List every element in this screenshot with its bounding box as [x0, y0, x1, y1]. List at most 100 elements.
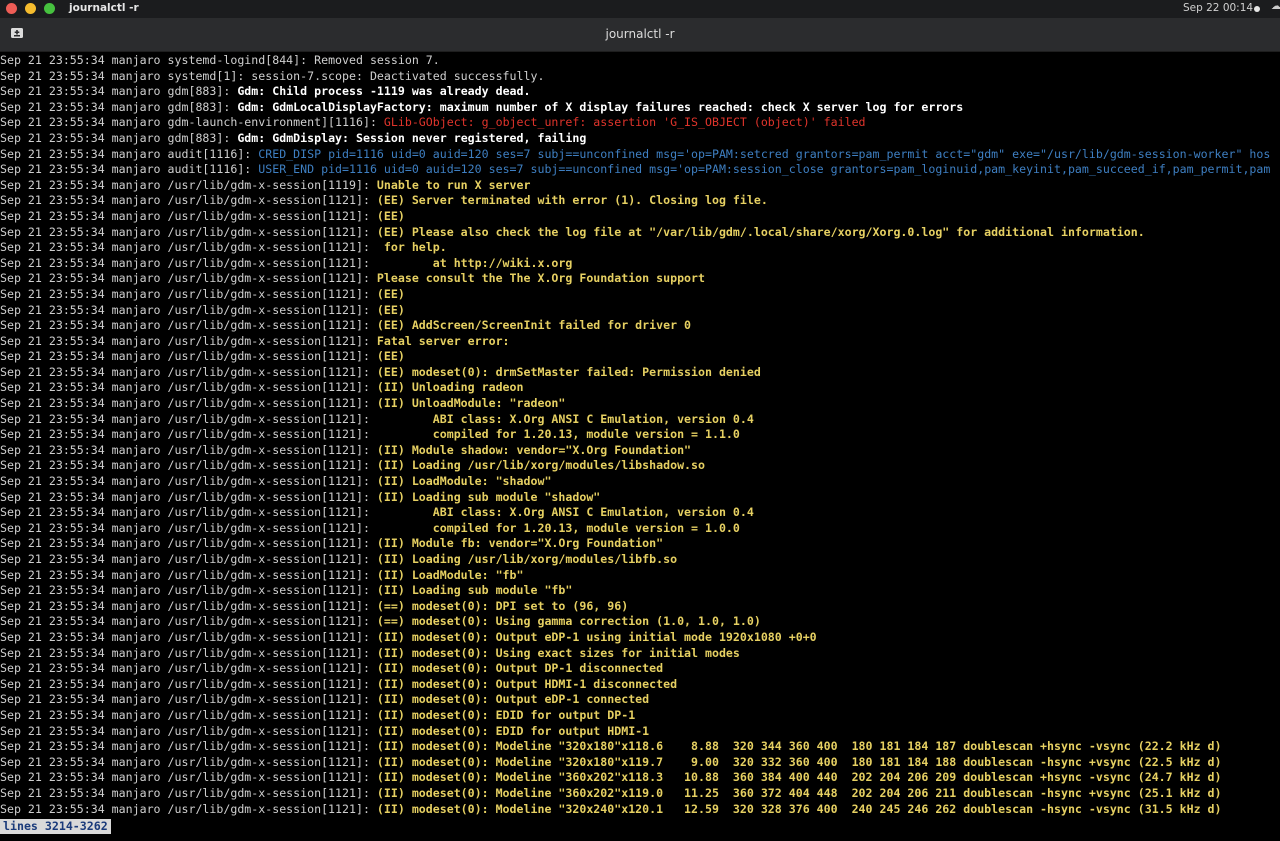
log-line: Sep 21 23:55:34 manjaro gdm[883]: Gdm: G…: [0, 100, 1280, 116]
log-line-prefix: Sep 21 23:55:34 manjaro /usr/lib/gdm-x-s…: [0, 661, 377, 676]
log-line: Sep 21 23:55:34 manjaro /usr/lib/gdm-x-s…: [0, 334, 1280, 350]
log-line-message: (II) modeset(0): EDID for output DP-1: [376, 707, 636, 722]
log-line-message: (II) modeset(0): Modeline "360x202"x118.…: [376, 770, 1222, 785]
log-line-prefix: Sep 21 23:55:34 manjaro /usr/lib/gdm-x-s…: [0, 224, 377, 239]
log-line: Sep 21 23:55:34 manjaro /usr/lib/gdm-x-s…: [0, 755, 1280, 771]
log-line-message: compiled for 1.20.13, module version = 1…: [376, 427, 740, 442]
log-line-message: (EE): [376, 349, 405, 364]
log-line: Sep 21 23:55:34 manjaro gdm[883]: Gdm: G…: [0, 131, 1280, 147]
log-line-prefix: Sep 21 23:55:34 manjaro /usr/lib/gdm-x-s…: [0, 739, 377, 754]
log-line-message: (II) Unloading radeon: [376, 380, 524, 395]
system-tray-icon[interactable]: ☁: [1271, 1, 1280, 12]
log-line-message: (II) modeset(0): Using exact sizes for i…: [376, 645, 740, 660]
log-line-message: (EE) Please also check the log file at "…: [376, 224, 1145, 239]
log-line-message: (II) Module shadow: vendor="X.Org Founda…: [376, 442, 692, 457]
log-line: Sep 21 23:55:34 manjaro /usr/lib/gdm-x-s…: [0, 240, 1280, 256]
log-line: Sep 21 23:55:34 manjaro /usr/lib/gdm-x-s…: [0, 568, 1280, 584]
log-line-prefix: Sep 21 23:55:34 manjaro /usr/lib/gdm-x-s…: [0, 411, 377, 426]
log-line-message: (II) LoadModule: "shadow": [376, 474, 552, 489]
log-line: Sep 21 23:55:34 manjaro /usr/lib/gdm-x-s…: [0, 677, 1280, 693]
log-line-prefix: Sep 21 23:55:34 manjaro /usr/lib/gdm-x-s…: [0, 614, 377, 629]
log-line-prefix: Sep 21 23:55:34 manjaro audit[1116]:: [0, 162, 259, 177]
log-line-message: Fatal server error:: [376, 333, 510, 348]
log-line-prefix: Sep 21 23:55:34 manjaro /usr/lib/gdm-x-s…: [0, 442, 377, 457]
log-line-message: (II) Loading sub module "fb": [376, 583, 573, 598]
log-line-message: (II) modeset(0): Modeline "320x180"x118.…: [376, 739, 1222, 754]
log-line: Sep 21 23:55:34 manjaro /usr/lib/gdm-x-s…: [0, 505, 1280, 521]
log-line-message: (==) modeset(0): DPI set to (96, 96): [376, 598, 629, 613]
log-line-message: at http://wiki.x.org: [376, 255, 573, 270]
log-line-message: (II) modeset(0): Output DP-1 disconnecte…: [376, 661, 664, 676]
log-line-prefix: Sep 21 23:55:34 manjaro /usr/lib/gdm-x-s…: [0, 583, 377, 598]
log-line-prefix: Sep 21 23:55:34 manjaro /usr/lib/gdm-x-s…: [0, 489, 377, 504]
log-line: Sep 21 23:55:34 manjaro /usr/lib/gdm-x-s…: [0, 225, 1280, 241]
log-line-prefix: Sep 21 23:55:34 manjaro /usr/lib/gdm-x-s…: [0, 676, 377, 691]
log-line-message: (==) modeset(0): Using gamma correction …: [376, 614, 761, 629]
log-line-prefix: Sep 21 23:55:34 manjaro systemd[1]:: [0, 68, 252, 83]
log-line-prefix: Sep 21 23:55:34 manjaro /usr/lib/gdm-x-s…: [0, 567, 377, 582]
log-line-message: (II) Loading sub module "shadow": [376, 489, 601, 504]
log-line-prefix: Sep 21 23:55:34 manjaro gdm[883]:: [0, 130, 238, 145]
log-line: Sep 21 23:55:34 manjaro audit[1116]: CRE…: [0, 147, 1280, 163]
clock[interactable]: Sep 22 00:14: [1183, 2, 1253, 14]
log-line: Sep 21 23:55:34 manjaro gdm-launch-envir…: [0, 115, 1280, 131]
log-line: Sep 21 23:55:34 manjaro /usr/lib/gdm-x-s…: [0, 396, 1280, 412]
log-line: Sep 21 23:55:34 manjaro /usr/lib/gdm-x-s…: [0, 209, 1280, 225]
log-line: Sep 21 23:55:34 manjaro audit[1116]: USE…: [0, 162, 1280, 178]
log-line-prefix: Sep 21 23:55:34 manjaro /usr/lib/gdm-x-s…: [0, 474, 377, 489]
log-line-message: (EE): [376, 208, 405, 223]
log-line: Sep 21 23:55:34 manjaro /usr/lib/gdm-x-s…: [0, 739, 1280, 755]
log-line-message: (II) LoadModule: "fb": [376, 567, 524, 582]
system-top-bar: journalctl -r Sep 22 00:14 ☁: [0, 0, 1280, 18]
log-line: Sep 21 23:55:34 manjaro /usr/lib/gdm-x-s…: [0, 412, 1280, 428]
log-line: Sep 21 23:55:34 manjaro /usr/lib/gdm-x-s…: [0, 770, 1280, 786]
log-line-prefix: Sep 21 23:55:34 manjaro /usr/lib/gdm-x-s…: [0, 240, 377, 255]
log-line: Sep 21 23:55:34 manjaro /usr/lib/gdm-x-s…: [0, 365, 1280, 381]
log-line: Sep 21 23:55:34 manjaro /usr/lib/gdm-x-s…: [0, 380, 1280, 396]
log-line-prefix: Sep 21 23:55:34 manjaro /usr/lib/gdm-x-s…: [0, 380, 377, 395]
minimize-window-button[interactable]: [25, 3, 36, 14]
log-line: Sep 21 23:55:34 manjaro /usr/lib/gdm-x-s…: [0, 724, 1280, 740]
log-line-prefix: Sep 21 23:55:34 manjaro gdm[883]:: [0, 84, 238, 99]
log-line: Sep 21 23:55:34 manjaro /usr/lib/gdm-x-s…: [0, 552, 1280, 568]
log-line: Sep 21 23:55:34 manjaro /usr/lib/gdm-x-s…: [0, 614, 1280, 630]
log-line-prefix: Sep 21 23:55:34 manjaro /usr/lib/gdm-x-s…: [0, 208, 377, 223]
log-line-prefix: Sep 21 23:55:34 manjaro /usr/lib/gdm-x-s…: [0, 255, 377, 270]
active-app-name: journalctl -r: [69, 2, 139, 14]
log-line-message: session-7.scope: Deactivated successfull…: [251, 68, 545, 83]
log-line-message: (EE) modeset(0): drmSetMaster failed: Pe…: [376, 364, 761, 379]
log-line: Sep 21 23:55:34 manjaro /usr/lib/gdm-x-s…: [0, 692, 1280, 708]
log-line: Sep 21 23:55:34 manjaro /usr/lib/gdm-x-s…: [0, 318, 1280, 334]
maximize-window-button[interactable]: [44, 3, 55, 14]
log-line-message: (II) modeset(0): Output eDP-1 connected: [376, 692, 650, 707]
log-line: Sep 21 23:55:34 manjaro /usr/lib/gdm-x-s…: [0, 474, 1280, 490]
log-line: Sep 21 23:55:34 manjaro /usr/lib/gdm-x-s…: [0, 661, 1280, 677]
log-line-message: compiled for 1.20.13, module version = 1…: [376, 520, 740, 535]
log-line-prefix: Sep 21 23:55:34 manjaro /usr/lib/gdm-x-s…: [0, 801, 377, 816]
log-line-prefix: Sep 21 23:55:34 manjaro /usr/lib/gdm-x-s…: [0, 318, 377, 333]
log-line-prefix: Sep 21 23:55:34 manjaro /usr/lib/gdm-x-s…: [0, 645, 377, 660]
log-line: Sep 21 23:55:34 manjaro /usr/lib/gdm-x-s…: [0, 271, 1280, 287]
log-line-prefix: Sep 21 23:55:34 manjaro /usr/lib/gdm-x-s…: [0, 536, 377, 551]
close-window-button[interactable]: [6, 3, 17, 14]
log-line: Sep 21 23:55:34 manjaro /usr/lib/gdm-x-s…: [0, 646, 1280, 662]
log-line-prefix: Sep 21 23:55:34 manjaro gdm[883]:: [0, 99, 238, 114]
log-line-message: for help.: [376, 240, 447, 255]
log-line-prefix: Sep 21 23:55:34 manjaro /usr/lib/gdm-x-s…: [0, 754, 377, 769]
notification-dot-icon[interactable]: [1254, 6, 1260, 12]
log-line-prefix: Sep 21 23:55:34 manjaro /usr/lib/gdm-x-s…: [0, 520, 377, 535]
log-line-prefix: Sep 21 23:55:34 manjaro systemd-logind[8…: [0, 53, 315, 67]
log-line: Sep 21 23:55:34 manjaro /usr/lib/gdm-x-s…: [0, 708, 1280, 724]
log-line-prefix: Sep 21 23:55:34 manjaro /usr/lib/gdm-x-s…: [0, 193, 377, 208]
log-line-message: (II) Loading /usr/lib/xorg/modules/libfb…: [376, 552, 678, 566]
log-line-message: (EE) Server terminated with error (1). C…: [376, 193, 768, 208]
log-line-message: (II) modeset(0): EDID for output HDMI-1: [376, 723, 650, 738]
log-line-message: CRED_DISP pid=1116 uid=0 auid=120 ses=7 …: [258, 146, 1271, 161]
log-line: Sep 21 23:55:34 manjaro /usr/lib/gdm-x-s…: [0, 599, 1280, 615]
log-line-prefix: Sep 21 23:55:34 manjaro /usr/lib/gdm-x-s…: [0, 177, 377, 192]
pager-status-line: lines 3214-3262: [0, 819, 111, 834]
log-line-prefix: Sep 21 23:55:34 manjaro /usr/lib/gdm-x-s…: [0, 598, 377, 613]
log-line-prefix: Sep 21 23:55:34 manjaro /usr/lib/gdm-x-s…: [0, 364, 377, 379]
log-line-message: (II) modeset(0): Output eDP-1 using init…: [376, 629, 817, 644]
terminal-log-output[interactable]: Sep 21 23:55:34 manjaro systemd-logind[8…: [0, 53, 1280, 819]
